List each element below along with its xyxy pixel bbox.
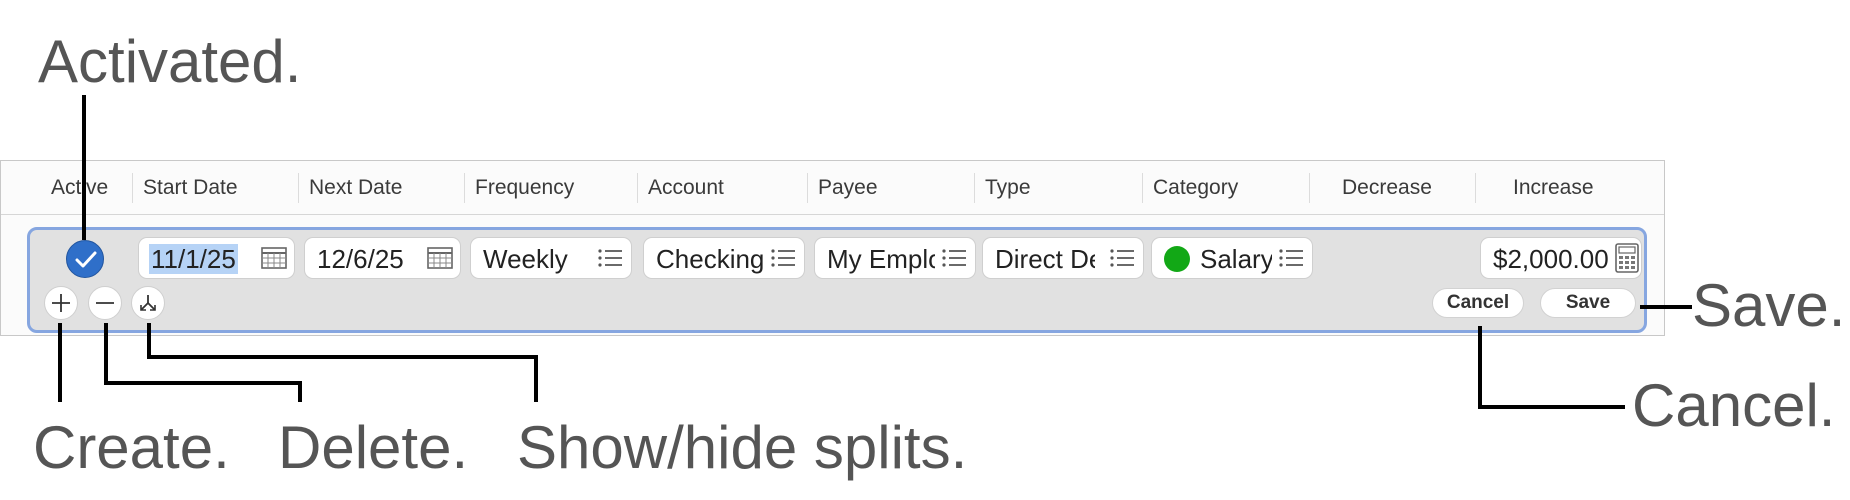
list-icon[interactable] [1278, 247, 1304, 269]
next-date-field[interactable]: 12/6/25 [304, 237, 461, 279]
column-header-category[interactable]: Category [1153, 161, 1238, 215]
column-header-frequency[interactable]: Frequency [475, 161, 574, 215]
column-divider[interactable] [132, 173, 133, 203]
column-divider[interactable] [1142, 173, 1143, 203]
type-popup[interactable]: Direct Deposit [982, 237, 1144, 279]
next-date-value: 12/6/25 [317, 244, 404, 274]
column-header-start-date[interactable]: Start Date [143, 161, 238, 215]
frequency-value: Weekly [483, 244, 568, 274]
callout-delete: Delete. [278, 414, 469, 481]
active-checkbox[interactable] [66, 240, 104, 278]
callout-show-hide-splits: Show/hide splits. [517, 414, 968, 481]
start-date-field[interactable]: 11/1/25 [138, 237, 295, 279]
calculator-icon[interactable] [1615, 243, 1639, 273]
column-header-decrease[interactable]: Decrease [1342, 161, 1432, 215]
column-header-active[interactable]: Active [51, 161, 108, 215]
calendar-icon[interactable] [261, 247, 287, 269]
column-header-increase[interactable]: Increase [1513, 161, 1594, 215]
scheduled-transactions-table: Active Start Date Next Date Frequency Ac… [0, 160, 1665, 336]
column-divider[interactable] [1475, 173, 1476, 203]
frequency-popup[interactable]: Weekly [470, 237, 632, 279]
increase-value: $2,000.00 [1493, 244, 1609, 274]
create-split-button[interactable] [44, 286, 78, 320]
plus-icon [52, 294, 70, 312]
minus-icon [96, 302, 114, 304]
column-header-next-date[interactable]: Next Date [309, 161, 402, 215]
column-divider[interactable] [807, 173, 808, 203]
column-divider[interactable] [1309, 173, 1310, 203]
callout-create: Create. [33, 414, 230, 481]
checkmark-icon [75, 251, 97, 268]
start-date-value: 11/1/25 [149, 244, 238, 274]
cancel-button[interactable]: Cancel [1432, 288, 1524, 318]
transaction-edit-row[interactable]: 11/1/25 12/6/25 Weekly Checking My Empl … [27, 227, 1647, 333]
callout-activated: Activated. [38, 28, 302, 95]
list-icon[interactable] [941, 247, 967, 269]
leader-line-cancel [1478, 326, 1625, 409]
show-hide-splits-button[interactable] [131, 286, 165, 320]
calendar-icon[interactable] [427, 247, 453, 269]
payee-popup[interactable]: My Employer [814, 237, 976, 279]
column-divider[interactable] [298, 173, 299, 203]
column-header-account[interactable]: Account [648, 161, 724, 215]
increase-amount-field[interactable]: $2,000.00 [1480, 237, 1642, 279]
column-header-type[interactable]: Type [985, 161, 1031, 215]
type-value: Direct Deposit [995, 244, 1095, 274]
table-header: Active Start Date Next Date Frequency Ac… [1, 161, 1664, 215]
list-icon[interactable] [597, 247, 623, 269]
callout-save: Save. [1692, 272, 1846, 339]
split-icon [140, 295, 156, 311]
category-popup[interactable]: Salary [1151, 237, 1313, 279]
account-value: Checking [656, 244, 765, 274]
account-popup[interactable]: Checking [643, 237, 805, 279]
column-divider[interactable] [974, 173, 975, 203]
list-icon[interactable] [1109, 247, 1135, 269]
column-header-payee[interactable]: Payee [818, 161, 878, 215]
callout-cancel: Cancel. [1632, 372, 1836, 439]
payee-value: My Employer [827, 244, 935, 274]
column-divider[interactable] [464, 173, 465, 203]
category-color-dot [1164, 246, 1190, 272]
delete-split-button[interactable] [88, 286, 122, 320]
column-divider[interactable] [637, 173, 638, 203]
list-icon[interactable] [770, 247, 796, 269]
category-value: Salary [1200, 244, 1272, 274]
save-button[interactable]: Save [1540, 288, 1636, 318]
